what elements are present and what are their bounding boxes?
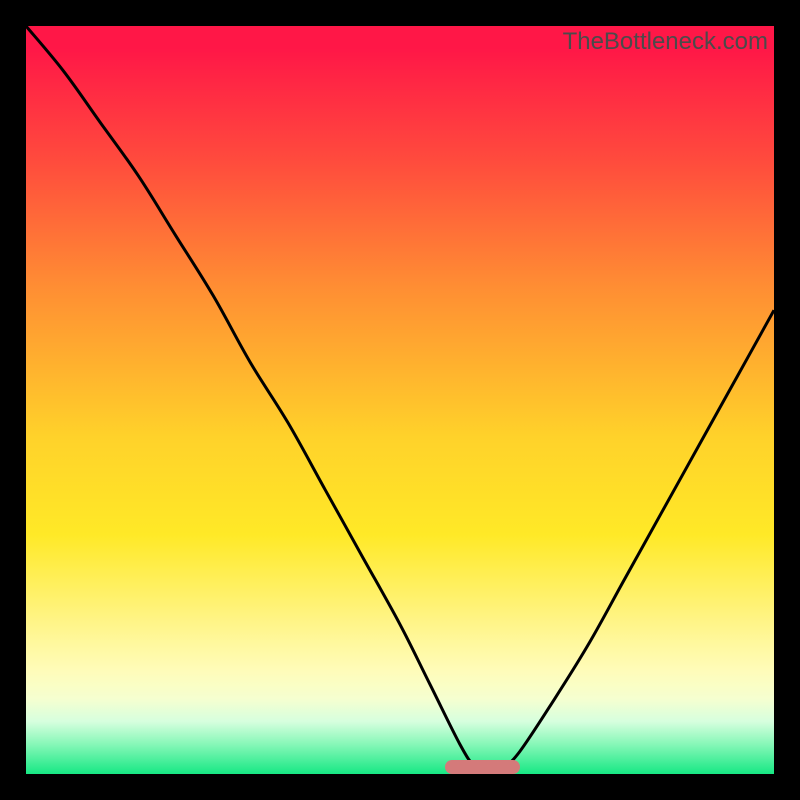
bottleneck-curve — [26, 26, 774, 774]
curve-path — [26, 26, 774, 774]
chart-plot-area: TheBottleneck.com — [26, 26, 774, 774]
optimal-range-marker — [445, 760, 520, 774]
chart-frame: TheBottleneck.com — [0, 0, 800, 800]
